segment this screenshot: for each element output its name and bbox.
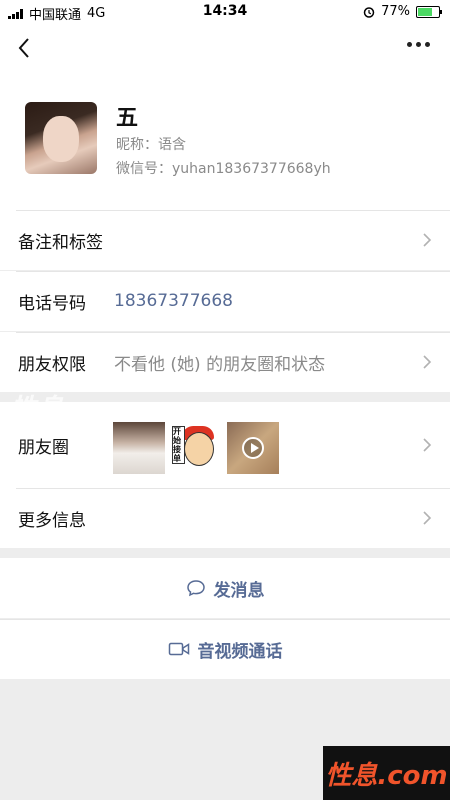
moments-label: 朋友圈 [18, 437, 69, 458]
video-camera-icon [168, 642, 189, 656]
video-call-label: 音视频通话 [197, 641, 283, 662]
moment-video-thumbnail [227, 422, 279, 474]
battery-percent: 77% [381, 4, 410, 19]
profile-header: 五 昵称：语含 微信号：yuhan18367377668yh [0, 72, 450, 210]
chevron-right-icon [423, 355, 432, 369]
watermark-top: 性息.com [10, 394, 139, 424]
video-call-button[interactable]: 音视频通话 [0, 619, 450, 679]
status-right: 77% [363, 4, 442, 19]
nickname: 昵称：语含 [116, 137, 186, 153]
watermark-logo: 性息.com [323, 746, 450, 800]
phone-row[interactable]: 电话号码 18367377668 [0, 271, 450, 331]
remarks-tags-label: 备注和标签 [18, 232, 103, 253]
alarm-icon [363, 6, 375, 18]
chevron-right-icon [423, 438, 432, 452]
friend-permissions-value: 不看他 (她) 的朋友圈和状态 [114, 354, 326, 375]
moment-photo-thumbnail [113, 422, 165, 474]
chat-bubble-icon [186, 580, 205, 597]
friend-permissions-row[interactable]: 朋友权限 不看他 (她) 的朋友圈和状态 [0, 332, 450, 392]
remarks-tags-row[interactable]: 备注和标签 [0, 210, 450, 270]
nav-bar [0, 24, 450, 72]
more-options-icon[interactable] [407, 42, 430, 47]
watermark-bottom-text: 性息.com [325, 760, 448, 791]
back-chevron-icon[interactable] [14, 34, 38, 62]
phone-label: 电话号码 [18, 293, 86, 314]
sticker-text: 开始接单 [172, 426, 185, 464]
chevron-right-icon [423, 233, 432, 247]
chevron-right-icon [423, 511, 432, 525]
more-info-label: 更多信息 [18, 510, 86, 531]
battery-icon [416, 5, 442, 18]
send-message-label: 发消息 [213, 580, 265, 601]
send-message-button[interactable]: 发消息 [0, 558, 450, 618]
status-bar: 中国联通 4G 14:34 77% [0, 0, 450, 24]
wechat-id: 微信号：yuhan18367377668yh [116, 161, 331, 177]
avatar[interactable] [25, 102, 97, 174]
moment-sticker-thumbnail: 开始接单 [170, 422, 222, 474]
more-info-row[interactable]: 更多信息 [0, 488, 450, 548]
phone-number[interactable]: 18367377668 [114, 291, 233, 311]
moments-thumbnails: 开始接单 [113, 422, 279, 474]
friend-permissions-label: 朋友权限 [18, 354, 86, 375]
play-icon [242, 437, 264, 459]
contact-name: 五 [116, 106, 139, 131]
